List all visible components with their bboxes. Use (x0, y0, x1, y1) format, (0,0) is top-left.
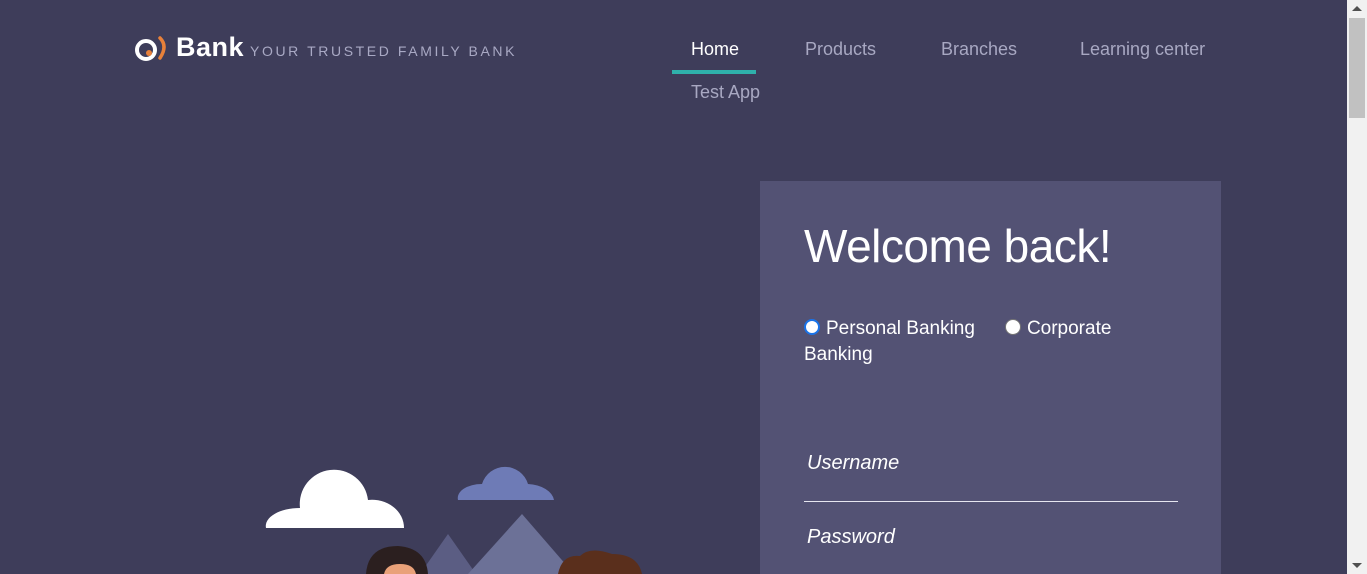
nav-test-app[interactable]: Test App (691, 82, 760, 103)
nav-branches[interactable]: Branches (941, 39, 1017, 60)
password-input[interactable]: Password (807, 526, 895, 549)
corporate-banking-radio[interactable] (1004, 319, 1021, 335)
corporate-banking-label-cont[interactable]: Banking (804, 344, 873, 365)
nav-active-indicator (672, 70, 756, 74)
logo-icon (135, 36, 166, 61)
account-type-options: Personal Banking Corporate Banking (804, 316, 1184, 368)
white-cloud (265, 469, 405, 528)
blue-cloud (457, 466, 554, 500)
person-right-hair (558, 550, 642, 574)
brand-tagline: YOUR TRUSTED FAMILY BANK (250, 43, 518, 59)
page-scrollbar[interactable] (1347, 0, 1367, 574)
nav-home[interactable]: Home (691, 39, 739, 60)
scroll-up-icon[interactable] (1352, 6, 1362, 11)
hero-illustration (265, 466, 642, 574)
nav-learning-center[interactable]: Learning center (1080, 39, 1205, 60)
username-underline (804, 501, 1178, 502)
login-heading: Welcome back! (804, 220, 1112, 272)
personal-banking-label[interactable]: Personal Banking (826, 318, 975, 339)
mountain-large (468, 514, 574, 574)
mountain-small (420, 534, 476, 574)
nav-products[interactable]: Products (805, 39, 876, 60)
username-input[interactable]: Username (807, 452, 899, 475)
corporate-banking-label[interactable]: Corporate (1027, 318, 1112, 339)
brand-name: Bank (176, 32, 245, 62)
site-header: Bank YOUR TRUSTED FAMILY BANK Home Produ… (0, 0, 1347, 120)
scrollbar-thumb[interactable] (1349, 18, 1365, 118)
login-panel: Welcome back! Personal Banking Corporate B… (760, 181, 1221, 574)
personal-banking-radio[interactable] (804, 319, 820, 335)
scroll-down-icon[interactable] (1352, 563, 1362, 568)
brand-logo[interactable]: Bank YOUR TRUSTED FAMILY BANK (134, 32, 517, 62)
